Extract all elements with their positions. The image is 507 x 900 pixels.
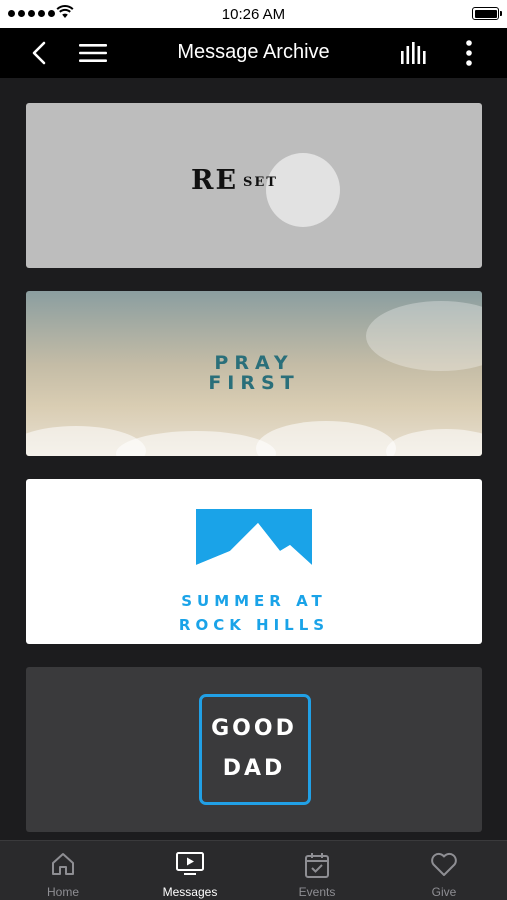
battery-icon xyxy=(472,7,502,20)
series-title-line-2: ROCK HILLS xyxy=(178,616,330,634)
calendar-check-icon xyxy=(305,853,329,878)
series-title: PRAY FIRST xyxy=(26,353,482,393)
reset-circle-graphic xyxy=(266,153,340,227)
series-card-good-dad[interactable]: GOOD DAD xyxy=(26,667,482,832)
series-title-main: RE xyxy=(191,165,239,196)
audio-bars-icon xyxy=(401,42,426,64)
tab-messages[interactable]: Messages xyxy=(127,841,253,900)
tab-give[interactable]: Give xyxy=(381,841,507,900)
page-title: Message Archive xyxy=(177,41,330,63)
audio-button[interactable] xyxy=(400,38,430,68)
cloud-graphic xyxy=(116,431,276,456)
tab-events-label: Events xyxy=(298,885,336,899)
tab-give-label: Give xyxy=(431,885,457,899)
series-title-line-1: SUMMER AT xyxy=(181,592,327,610)
tab-events[interactable]: Events xyxy=(254,841,380,900)
series-card-summer-at-rock-hills[interactable]: SUMMER AT ROCK HILLS xyxy=(26,479,482,644)
more-vertical-icon xyxy=(466,40,472,66)
home-icon xyxy=(52,853,74,875)
message-series-list: RE SET PRAY FIRST SUMMER AT ROCK HILLS G… xyxy=(0,78,507,840)
series-title-line-1: PRAY xyxy=(214,352,294,374)
series-title-line-2: FIRST xyxy=(208,372,300,394)
series-card-pray-first[interactable]: PRAY FIRST xyxy=(26,291,482,456)
series-title-suffix: SET xyxy=(243,175,278,190)
status-bar: 10:26 AM xyxy=(0,0,507,28)
status-time: 10:26 AM xyxy=(221,6,286,23)
cloud-graphic xyxy=(256,421,396,456)
tab-messages-label: Messages xyxy=(162,885,218,899)
heart-icon xyxy=(431,852,457,876)
mountain-logo xyxy=(196,509,312,565)
series-title-line-1: GOOD xyxy=(211,716,297,741)
more-button[interactable] xyxy=(454,38,484,68)
series-card-reset[interactable]: RE SET xyxy=(26,103,482,268)
nav-bar: Message Archive xyxy=(0,28,507,78)
title-frame xyxy=(199,694,311,805)
tab-bar: Home Messages Events Give xyxy=(0,840,507,900)
series-title-line-2: DAD xyxy=(222,756,286,781)
cloud-graphic xyxy=(386,429,482,456)
tab-home-label: Home xyxy=(46,885,79,899)
tab-home[interactable]: Home xyxy=(0,841,126,900)
tv-play-icon xyxy=(176,852,204,875)
